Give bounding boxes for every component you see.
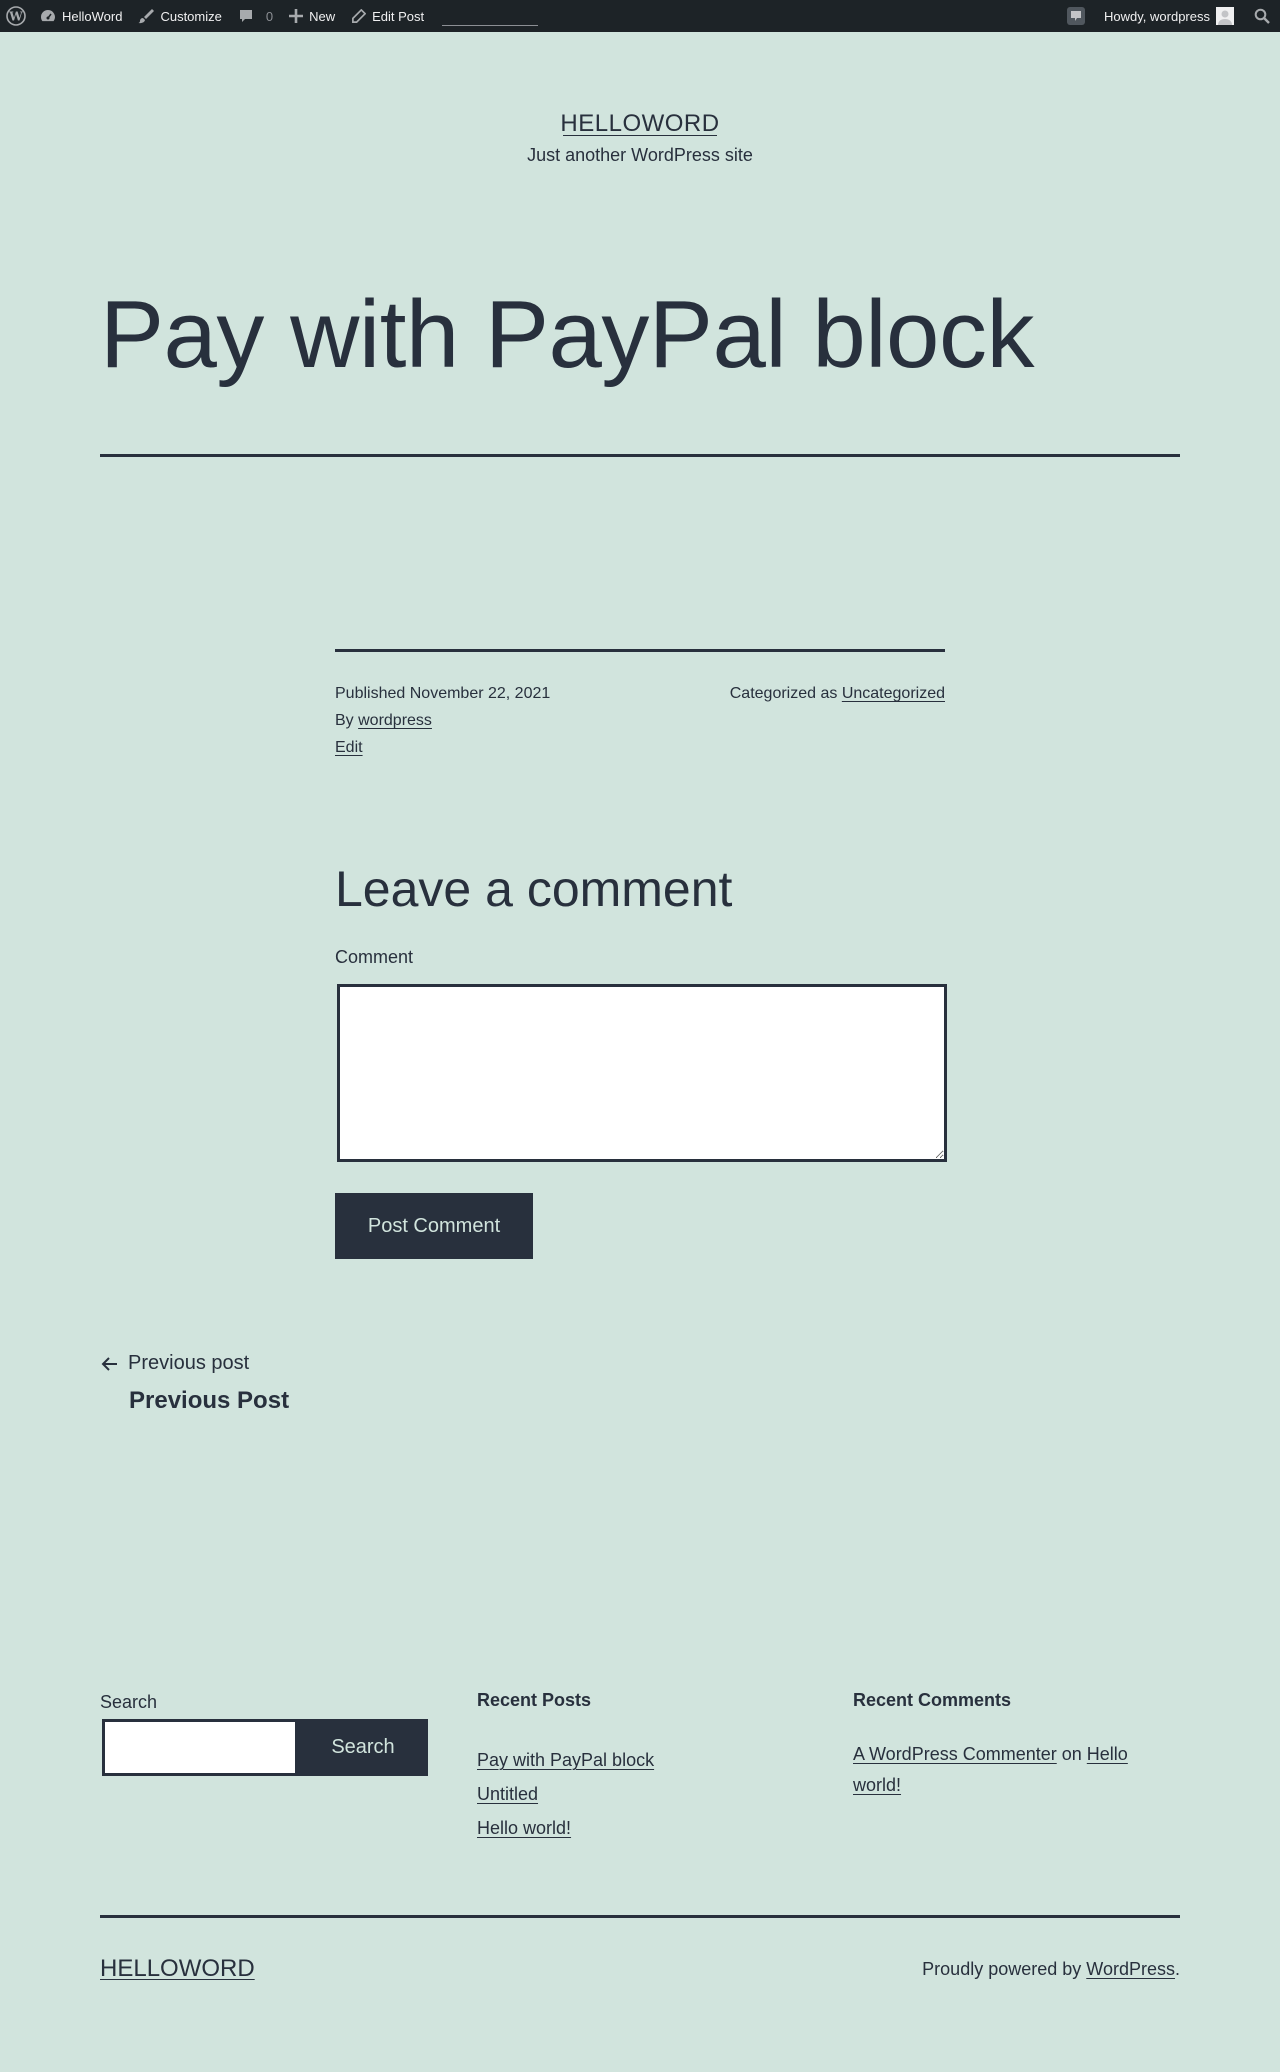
powered-prefix: Proudly powered by <box>922 1959 1082 1979</box>
howdy-label: Howdy, wordpress <box>1104 8 1210 24</box>
previous-post-link[interactable]: Previous post Previous Post <box>100 1352 289 1415</box>
author-line: By wordpress <box>335 707 550 734</box>
title-divider <box>100 454 1180 457</box>
footer-powered-by: Proudly powered by WordPress. <box>922 1959 1180 1980</box>
site-tagline: Just another WordPress site <box>527 145 753 165</box>
previous-post-meta: Previous post <box>100 1352 289 1375</box>
site-title-underline <box>563 135 717 136</box>
admin-bar-edit-post-label: Edit Post <box>372 8 425 24</box>
plus-icon <box>289 9 304 23</box>
content-divider <box>335 649 945 652</box>
admin-bar-left: W HelloWord Customize 0 New Edit Post <box>0 0 539 32</box>
search-widget-label: Search <box>100 1692 158 1712</box>
post-title: Pay with PayPal block <box>100 281 1034 388</box>
admin-bar-edit-post[interactable]: Edit Post <box>343 0 432 32</box>
comment-author-link[interactable]: A WordPress Commenter <box>853 1744 1057 1764</box>
recent-post-link[interactable]: Pay with PayPal block <box>477 1750 654 1770</box>
search-widget-row: Search <box>102 1719 428 1776</box>
admin-bar-new[interactable]: New <box>281 0 343 32</box>
categorized-prefix: Categorized as <box>729 685 838 702</box>
powered-suffix: . <box>1174 1959 1180 1979</box>
admin-bar-comments[interactable]: 0 <box>230 0 281 32</box>
post-comment-button[interactable]: Post Comment <box>335 1193 533 1259</box>
previous-post-label: Previous post <box>128 1352 250 1374</box>
search-widget: Search Search <box>100 1692 428 1776</box>
published-prefix: Published <box>335 685 406 702</box>
recent-post-link[interactable]: Untitled <box>477 1784 538 1804</box>
edit-link[interactable]: Edit <box>335 739 363 756</box>
pencil-icon <box>351 8 367 24</box>
list-item: Pay with PayPal block <box>477 1743 797 1777</box>
comment-post-link-part1[interactable]: Hello <box>1087 1744 1128 1764</box>
footer-divider <box>100 1915 1180 1918</box>
search-button[interactable]: Search <box>298 1719 428 1776</box>
admin-bar: W HelloWord Customize 0 New Edit Post Ho… <box>0 0 1280 32</box>
previous-post-title: Previous Post <box>129 1387 290 1414</box>
arrow-left-icon <box>100 1354 120 1374</box>
wordpress-link[interactable]: WordPress <box>1086 1959 1175 1979</box>
search-input[interactable] <box>102 1719 298 1776</box>
published-line: Published November 22, 2021 <box>335 680 550 707</box>
search-icon[interactable] <box>1242 0 1280 32</box>
by-prefix: By <box>335 712 354 729</box>
admin-bar-account[interactable]: Howdy, wordpress <box>1096 0 1242 32</box>
dashboard-icon <box>40 8 56 24</box>
published-date: November 22, 2021 <box>409 685 551 702</box>
paintbrush-icon <box>138 8 155 24</box>
comment-post-link-part2[interactable]: world! <box>853 1775 901 1795</box>
admin-bar-customize[interactable]: Customize <box>130 0 229 32</box>
admin-bar-site-label: HelloWord <box>62 8 123 24</box>
recent-comments-title: Recent Comments <box>853 1690 1012 1710</box>
comment-form-title: Leave a comment <box>335 861 733 917</box>
recent-posts-title: Recent Posts <box>477 1690 592 1710</box>
avatar <box>1216 7 1234 25</box>
post-meta-right: Categorized as Uncategorized <box>730 680 945 707</box>
list-item: Hello world! <box>477 1811 797 1845</box>
recent-posts-list: Pay with PayPal block Untitled Hello wor… <box>477 1743 797 1845</box>
admin-bar-divider <box>442 24 539 26</box>
comment-label: Comment <box>335 947 414 967</box>
comment-bubble-icon <box>238 8 254 24</box>
comment-textarea[interactable] <box>337 984 947 1162</box>
comment-on-text: on <box>1061 1744 1082 1764</box>
author-link[interactable]: wordpress <box>358 712 432 729</box>
list-item: Untitled <box>477 1777 797 1811</box>
post-meta-left: Published November 22, 2021 By wordpress… <box>335 680 550 761</box>
admin-bar-new-label: New <box>309 8 336 24</box>
footer-site-title[interactable]: HELLOWORD <box>100 1955 255 1983</box>
recent-posts-widget: Recent Posts Pay with PayPal block Untit… <box>477 1690 797 1845</box>
admin-bar-customize-label: Customize <box>160 8 222 24</box>
admin-bar-site-name[interactable]: HelloWord <box>32 0 130 32</box>
recent-comments-widget: Recent Comments A WordPress Commenter on… <box>853 1690 1180 1801</box>
recent-post-link[interactable]: Hello world! <box>477 1818 571 1838</box>
notification-icon[interactable] <box>1056 0 1096 32</box>
category-link[interactable]: Uncategorized <box>842 685 945 702</box>
comments-count: 0 <box>265 8 274 24</box>
site-title[interactable]: HELLOWORD <box>0 110 1280 138</box>
recent-comment-item: A WordPress Commenter on Hello world! <box>853 1739 1180 1801</box>
admin-bar-right: Howdy, wordpress <box>1056 0 1280 32</box>
edit-line: Edit <box>335 734 550 761</box>
svg-text:W: W <box>8 10 23 24</box>
wordpress-logo-icon[interactable]: W <box>0 0 32 32</box>
